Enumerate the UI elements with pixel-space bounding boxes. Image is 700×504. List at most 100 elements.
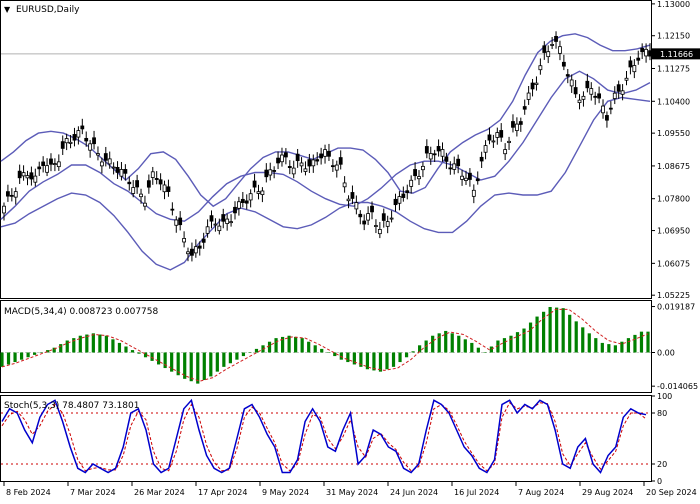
time-tick-label: 31 May 2024 [326,488,378,497]
price-tick-label: 1.08675 [657,162,690,171]
macd-histogram-bar [190,352,193,381]
macd-histogram-bar [431,336,434,353]
macd-histogram-bar [288,336,291,353]
macd-histogram-bar [633,335,636,353]
macd-histogram-bar [33,352,36,354]
macd-histogram-bar [20,352,23,359]
macd-histogram-bar [405,352,408,357]
stochastic-tick-label: 20 [657,460,667,469]
macd-histogram-bar [581,327,584,352]
macd-histogram-bar [137,352,140,353]
macd-histogram-bar [614,345,617,352]
macd-histogram-bar [464,339,467,352]
macd-histogram-bar [59,344,62,352]
macd-histogram-bar [398,352,401,362]
macd-histogram-bar [268,342,271,353]
price-tick-label: 1.06950 [657,227,690,236]
time-tick-label: 17 Apr 2024 [198,488,247,497]
macd-histogram-bar [170,352,173,371]
macd-histogram-bar [483,352,486,353]
macd-histogram-bar [255,349,258,353]
macd-histogram-bar [575,321,578,352]
macd-histogram-bar [157,352,160,364]
time-tick-label: 26 Mar 2024 [134,488,185,497]
macd-histogram-bar [477,348,480,353]
stochastic-axis: 100 80 20 0 [651,392,672,486]
price-axis: 1.130001.121501.112751.104001.095501.086… [651,0,690,300]
macd-histogram-bar [320,349,323,353]
macd-histogram-bar [562,308,565,352]
macd-tick-label: 0.00 [657,348,675,357]
macd-histogram-bar [216,352,219,371]
macd-histogram-bar [209,352,212,376]
macd-tick-label: 0.019187 [657,303,695,312]
macd-histogram-bar [131,350,134,352]
macd-histogram-bar [314,345,317,352]
macd-histogram-bar [248,352,251,353]
macd-histogram-bar [307,342,310,353]
macd-histogram-bar [242,352,245,356]
stochastic-panel: 100 80 20 0 Stoch(5,3,3) 78.4807 73.1801 [1,392,673,486]
macd-histogram-bar [535,317,538,353]
time-tick-label: 9 May 2024 [262,488,309,497]
macd-histogram-bar [301,338,304,352]
macd-histogram-bar [27,352,30,357]
macd-histogram-bar [392,352,395,366]
stochastic-tick-label: 0 [657,477,662,486]
price-tick-label: 1.11275 [657,65,690,74]
time-tick-label: 29 Aug 2024 [582,488,633,497]
macd-histogram-bar [379,352,382,371]
macd-histogram-bar [516,332,519,352]
price-tick-label: 1.09550 [657,129,690,138]
macd-histogram-bar [124,347,127,353]
macd-histogram-bar [235,352,238,359]
macd-histogram-bar [118,343,121,353]
macd-axis: 0.0191870.00-0.014065 [651,303,698,392]
stochastic-title: Stoch(5,3,3) 78.4807 73.1801 [4,401,139,411]
macd-histogram-bar [85,335,88,353]
macd-histogram-bar [111,339,114,352]
macd-histogram-bar [509,336,512,353]
time-tick-label: 7 Mar 2024 [70,488,116,497]
time-tick-label: 16 Jul 2024 [454,488,499,497]
current-price-label: 1.11666 [660,50,693,59]
macd-histogram-bar [385,352,388,369]
macd-histogram-bar [229,352,232,363]
macd-histogram-bar [555,308,558,353]
macd-histogram-bar [327,352,330,353]
macd-histogram-bar [294,337,297,353]
time-axis: 8 Feb 2024 7 Mar 2024 26 Mar 2024 17 Apr 20… [4,482,697,497]
macd-title: MACD(5,34,4) 0.008723 0.007758 [4,307,159,317]
symbol-title: EURUSD,Daily [16,5,80,15]
price-tick-label: 1.13000 [657,0,690,9]
macd-histogram-bar [150,352,153,360]
macd-histogram-bar [490,347,493,353]
price-tick-label: 1.07800 [657,195,690,204]
macd-histogram-bar [549,307,552,353]
time-tick-label: 20 Sep 2024 [646,488,697,497]
stochastic-tick-label: 100 [657,392,672,401]
macd-histogram-bar [372,352,375,370]
time-tick-label: 8 Feb 2024 [6,488,51,497]
macd-histogram-bar [470,343,473,353]
stochastic-tick-label: 80 [657,409,667,418]
macd-histogram-bar [346,352,349,362]
macd-histogram-bar [333,352,336,356]
time-tick-label: 7 Aug 2024 [518,488,564,497]
macd-histogram-bar [7,352,10,364]
price-tick-label: 1.06075 [657,259,690,268]
macd-histogram-bar [203,352,206,380]
time-tick-label: 24 Jun 2024 [390,488,438,497]
macd-histogram-bar [607,344,610,352]
macd-histogram-bar [451,333,454,352]
macd-histogram-bar [13,352,16,362]
chart-canvas: 1.130001.121501.112751.104001.095501.086… [0,0,700,500]
price-tick-label: 1.05225 [657,291,690,300]
macd-histogram-bar [105,336,108,353]
macd-histogram-bar [92,333,95,352]
macd-histogram-bar [568,315,571,353]
symbol-menu-arrow[interactable]: ▼ [4,5,11,14]
macd-panel: 0.0191870.00-0.014065 MACD(5,34,4) 0.008… [0,301,698,393]
macd-histogram-bar [222,352,225,366]
macd-histogram-bar [601,343,604,353]
